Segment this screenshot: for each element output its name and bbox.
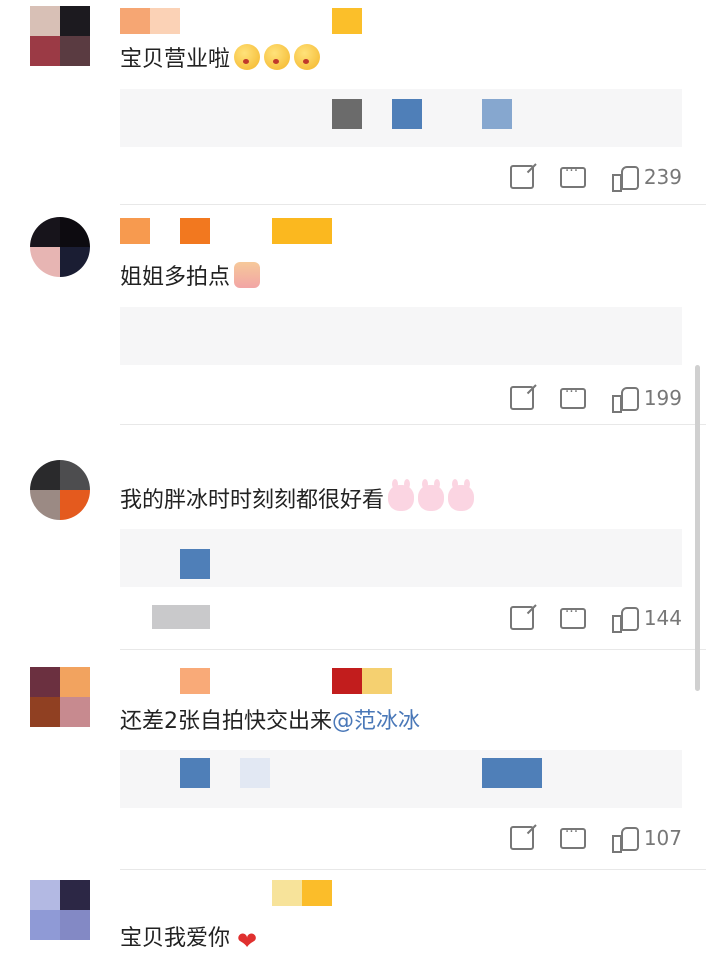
avatar[interactable] [30, 6, 90, 66]
comment-icon[interactable] [559, 824, 586, 849]
reply-preview[interactable] [120, 750, 682, 808]
like-count: 239 [643, 165, 682, 189]
like-count: 199 [643, 386, 682, 410]
username-redacted[interactable] [272, 880, 332, 906]
bunny-emoji [448, 479, 475, 511]
kiss-emoji [234, 44, 261, 70]
comment-item: 我的胖冰时时刻刻都很好看 144 [0, 425, 706, 650]
comment-text: 还差2张自拍快交出来@范冰冰 [120, 709, 421, 734]
like-button[interactable]: 239 [611, 164, 682, 192]
comment-item: 宝贝营业啦 239 [0, 0, 706, 205]
avatar[interactable] [30, 217, 90, 277]
like-count: 107 [643, 826, 682, 850]
reply-preview[interactable] [120, 89, 682, 147]
reply-preview[interactable] [120, 529, 682, 587]
comment-text: 我的胖冰时时刻刻都很好看 [120, 479, 475, 516]
avatar[interactable] [30, 880, 90, 940]
comment-item: 还差2张自拍快交出来@范冰冰 107 [0, 650, 706, 870]
bunny-emoji [388, 479, 415, 511]
heart-emoji: ❤ [236, 927, 258, 955]
kiss-emoji [294, 44, 321, 70]
thumbs-up-icon [611, 385, 639, 413]
avatar[interactable] [30, 667, 90, 727]
thumbs-up-icon [611, 605, 639, 633]
thumbs-up-icon [611, 164, 639, 192]
share-icon[interactable] [509, 826, 534, 850]
comment-text: 宝贝我爱你 ❤ [120, 924, 260, 954]
like-button[interactable]: 199 [611, 385, 682, 413]
scrollbar[interactable] [695, 365, 700, 691]
share-icon[interactable] [509, 165, 534, 189]
comment-icon[interactable] [559, 604, 586, 629]
reply-preview-blurred [152, 605, 210, 629]
mention-link[interactable]: @范冰冰 [332, 709, 420, 734]
comment-icon[interactable] [559, 384, 586, 409]
girl-emoji [234, 262, 261, 288]
like-button[interactable]: 107 [611, 825, 682, 853]
username-redacted[interactable] [120, 218, 332, 244]
thumbs-up-icon [611, 825, 639, 853]
share-icon[interactable] [509, 386, 534, 410]
comment-icon[interactable] [559, 163, 586, 188]
like-button[interactable]: 144 [611, 605, 682, 633]
kiss-emoji [264, 44, 291, 70]
comment-item: 姐姐多拍点 199 [0, 205, 706, 425]
bunny-emoji [418, 479, 445, 511]
like-count: 144 [643, 606, 682, 630]
share-icon[interactable] [509, 606, 534, 630]
username-redacted[interactable] [120, 8, 364, 34]
avatar[interactable] [30, 460, 90, 520]
comment-text: 姐姐多拍点 [120, 262, 261, 293]
comment-item: 宝贝我爱你 ❤ [0, 870, 706, 970]
username-redacted[interactable] [180, 668, 392, 694]
comment-text: 宝贝营业啦 [120, 44, 321, 75]
reply-preview[interactable] [120, 307, 682, 365]
